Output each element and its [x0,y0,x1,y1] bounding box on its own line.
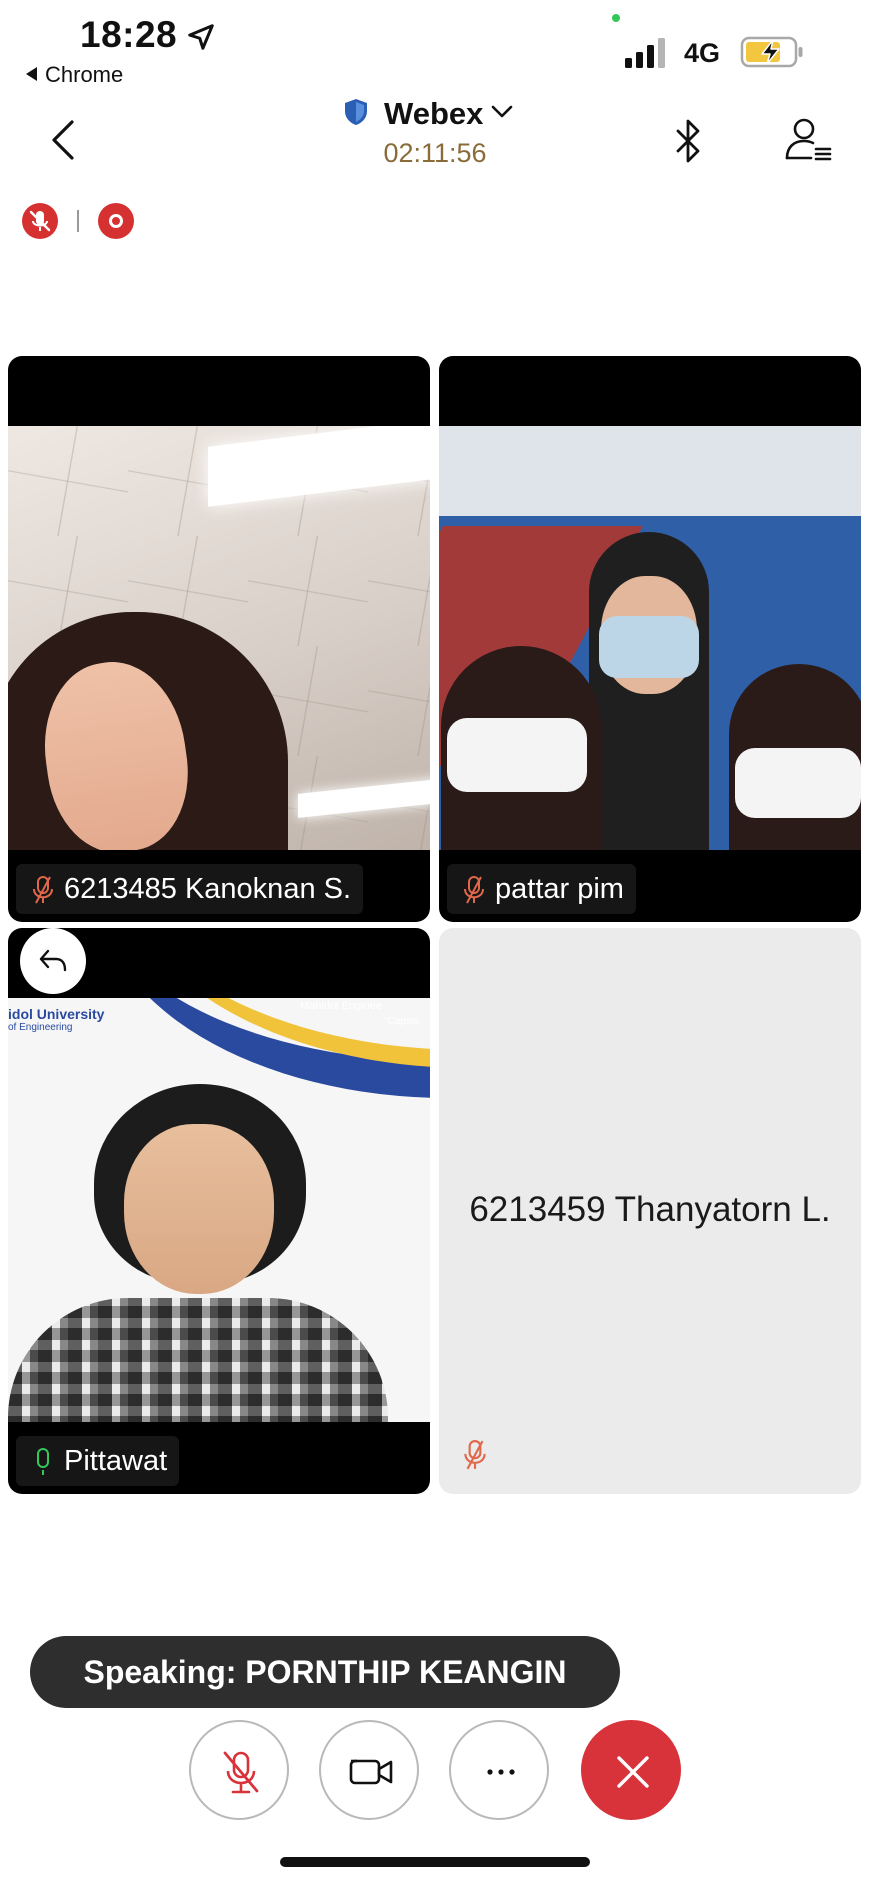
video-button[interactable] [319,1720,419,1820]
mic-muted-icon [33,876,53,904]
indicator-divider [77,210,79,232]
muted-indicator-icon [22,203,58,239]
participant-video [8,426,430,850]
participant-name-label: pattar pim [447,864,636,914]
close-icon [617,1756,649,1788]
recording-indicator-icon [98,203,134,239]
back-to-app-link[interactable]: Chrome [26,62,123,88]
background-text: of Engineering [8,1022,73,1033]
leave-button[interactable] [581,1720,681,1820]
signal-icon [625,38,665,68]
return-button[interactable] [20,928,86,994]
battery-charging-icon [740,36,803,68]
location-arrow-icon [188,24,214,50]
more-button[interactable] [449,1720,549,1820]
participant-tile[interactable]: idol University of Engineering Mahidol E… [8,928,430,1494]
video-background-wall [439,426,861,516]
back-app-label: Chrome [45,62,124,87]
participant-tile[interactable]: 6213485 Kanoknan S. [8,356,430,922]
participant-tile[interactable]: pattar pim [439,356,861,922]
person-shirt-pattern [8,1298,388,1422]
participant-name-label: Pittawat [16,1436,180,1486]
background-text: "Capsto [384,1016,420,1027]
meeting-title[interactable]: Webex [384,96,483,132]
participant-tile[interactable]: 6213459 Thanyatorn L. [439,928,861,1494]
mute-button[interactable] [189,1720,289,1820]
participant-name: pattar pim [495,873,624,905]
video-camera-icon [349,1759,393,1785]
shield-icon [345,99,367,125]
mic-on-icon [37,1448,49,1475]
chevron-down-icon[interactable] [490,104,514,120]
participant-video [439,426,861,850]
more-icon [487,1769,515,1775]
participants-icon[interactable] [784,116,832,164]
bluetooth-icon[interactable] [672,118,704,164]
mic-muted-icon [464,876,484,904]
meeting-timer: 02:11:56 [0,138,870,169]
participant-name: Pittawat [64,1445,168,1477]
return-arrow-icon [39,949,67,972]
background-text: Mahidol Enginee [300,1000,382,1012]
privacy-indicator-dot [612,14,620,22]
face-mask [447,718,587,792]
person-face [124,1124,274,1294]
participant-name-label: 6213485 Kanoknan S. [16,864,364,914]
participant-video: idol University of Engineering Mahidol E… [8,998,430,1422]
mic-muted-icon [464,1440,486,1470]
back-triangle-icon [26,67,37,81]
meeting-timer-value: 02:11:56 [383,138,487,168]
network-type: 4G [684,38,721,68]
speaking-toast: Speaking: PORNTHIP KEANGIN [30,1636,620,1708]
participant-name: 6213485 Kanoknan S. [64,873,352,905]
participant-name: 6213459 Thanyatorn L. [469,1190,831,1229]
mic-muted-icon [223,1751,259,1794]
face-mask [599,616,699,678]
status-time: 18:28 [80,14,178,55]
home-indicator[interactable] [280,1857,590,1867]
face-mask [735,748,861,818]
background-text: idol University [8,1006,105,1022]
